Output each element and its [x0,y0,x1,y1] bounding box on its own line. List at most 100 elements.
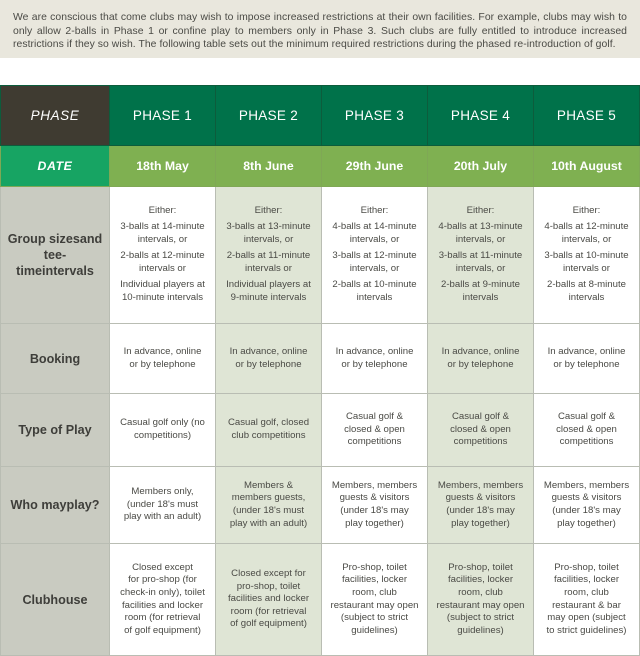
spacer [0,58,640,85]
table-row: Type of Play Casual golf only (no competit… [0,393,640,467]
cell-r1-c4: In advance, online or by telephone [533,323,640,394]
cell-option: 2-balls at 11-minute intervals or [221,250,316,275]
cell-either-label: Either: [466,205,495,217]
table-row: Who mayplay? Members only, (under 18's mus… [0,466,640,544]
date-phase-2: 8th June [215,145,322,187]
row-label-0: Group sizesand tee-timeintervals [0,186,110,324]
date-phase-3: 29th June [321,145,428,187]
cell-line: intervals, or [349,262,400,274]
cell-line: closed & open [344,423,405,435]
header-phase-4: PHASE 4 [427,85,534,146]
cell-line: room (for retrieval [230,605,307,617]
cell-line: Pro-shop, toilet [554,561,619,573]
cell-line: Pro-shop, toilet [342,561,407,573]
table-row: Booking In advance, online or by telephone… [0,323,640,394]
cell-r0-c2: Either: 4-balls at 14-minute intervals, or… [321,186,428,324]
cell-option: 4-balls at 13-minute intervals, or [433,221,528,246]
cell-line: facilities and locker [227,593,310,605]
cell-option: 3-balls at 12-minute intervals, or [327,250,422,275]
cell-line: intervals, or [137,233,188,245]
cell-line: Members only, [131,486,194,498]
cell-line: competitions) [133,430,192,441]
cell-r0-c0: Either: 3-balls at 14-minute intervals, or… [109,186,216,324]
cell-line: Members & [243,479,294,491]
cell-line: intervals, or [455,233,506,245]
cell-line: closed & open [556,423,617,435]
cell-line: In advance, online [229,345,308,357]
cell-option: 3-balls at 13-minute intervals, or [221,221,316,246]
cell-line: Closed except [132,561,193,573]
cell-line: room, club [352,586,397,598]
table-date-row: DATE 18th May 8th June 29th June 20th Ju… [0,145,640,187]
cell-line: of golf equipment) [124,624,201,636]
cell-line: intervals, or [561,233,612,245]
cell-line: room, club [564,586,609,598]
cell-line: 3-balls at 11-minute [438,250,523,262]
cell-line: Pro-shop, toilet [448,561,513,573]
cell-line: Casual golf & [557,411,616,423]
cell-line: for pro-shop (for [128,574,197,586]
cell-line: Casual golf & [451,411,510,423]
date-phase-1: 18th May [109,145,216,187]
header-phase-2: PHASE 2 [215,85,322,146]
row-label-line: play? [66,498,100,512]
cell-line: to strict guidelines) [546,624,627,636]
row-label-line: Type of Play [18,423,92,437]
cell-line: 2-balls at 8-minute [547,279,626,291]
cell-line: play together) [451,517,510,529]
cell-line: guests & visitors [551,492,622,504]
cell-line: 3-balls at 12-minute [332,250,417,262]
row-label-line: Booking [29,351,81,366]
cell-line: intervals or [563,262,610,274]
cell-line: play with an adult) [123,511,202,523]
cell-line: Members, members [437,479,524,491]
table-header-row: PHASE PHASE 1 PHASE 2 PHASE 3 PHASE 4 PH… [0,85,640,146]
cell-either-label: Either: [148,205,177,217]
cell-r4-c2: Pro-shop, toilet facilities, locker room, … [321,543,428,656]
cell-option: 3-balls at 10-minute intervals or [539,250,634,275]
row-label-line: Who may [10,498,67,512]
cell-line: competitions [453,436,508,448]
cell-r2-c1: Casual golf, closed club competitions [215,393,322,467]
cell-option: 2-balls at 9-minute intervals [433,279,528,304]
cell-line: 10-minute intervals [121,291,204,303]
header-phase-1: PHASE 1 [109,85,216,146]
cell-r2-c2: Casual golf & closed & open competitions [321,393,428,467]
cell-r2-c0: Casual golf only (no competitions) [109,393,216,467]
cell-either-label: Either: [572,205,601,217]
cell-line: 9-minute intervals [230,291,307,303]
cell-line: play together) [345,517,404,529]
cell-r2-c3: Casual golf & closed & open competitions [427,393,534,467]
cell-line: or by telephone [235,358,302,370]
row-label-2: Type of Play [0,393,110,467]
cell-line: 2-balls at 11-minute [226,250,311,262]
cell-line: Casual golf & [345,411,404,423]
cell-line: (under 18's may [446,505,515,516]
cell-line: play with an adult) [229,517,308,529]
cell-either-label: Either: [360,205,389,217]
cell-r1-c3: In advance, online or by telephone [427,323,534,394]
cell-line: Members, members [331,479,418,491]
row-label-line: Group sizes [7,232,80,246]
cell-r3-c2: Members, members guests & visitors (under … [321,466,428,544]
cell-line: (subject to strict [446,612,515,624]
cell-option: Individual players at 9-minute intervals [221,279,316,304]
cell-line: may open (subject [547,612,626,624]
cell-line: intervals [568,291,605,303]
cell-r1-c0: In advance, online or by telephone [109,323,216,394]
cell-line: 4-balls at 12-minute [544,221,629,233]
cell-option: 2-balls at 12-minute intervals or [115,250,210,275]
cell-line: (under 18's must [232,505,305,516]
cell-line: facilities, locker [447,574,514,586]
cell-option: 2-balls at 8-minute intervals [539,279,634,304]
cell-option: 4-balls at 12-minute intervals, or [539,221,634,246]
cell-line: (under 18's must [126,498,199,510]
cell-line: facilities and locker [121,599,204,611]
cell-line: facilities, locker [553,574,620,586]
cell-line: In advance, online [335,345,414,357]
cell-line: intervals [356,291,393,303]
cell-line: Individual players at [120,279,205,291]
cell-line: facilities, locker [341,574,408,586]
cell-line: 3-balls at 13-minute [226,221,311,233]
cell-line: Individual players at [226,279,311,291]
